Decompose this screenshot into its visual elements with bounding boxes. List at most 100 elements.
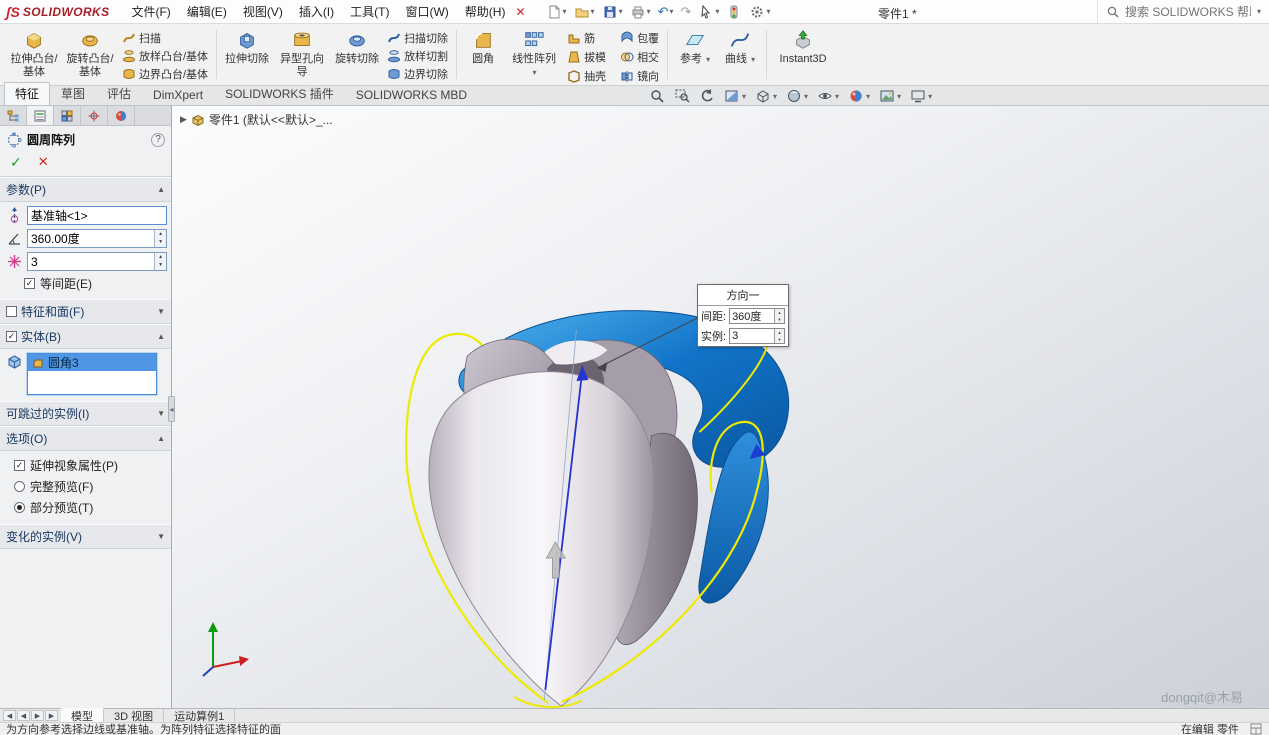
tab-solidworks-addins[interactable]: SOLIDWORKS 插件 xyxy=(214,82,345,105)
tab-evaluate[interactable]: 评估 xyxy=(96,82,142,105)
propagate-visual-properties-checkbox[interactable]: ✓ xyxy=(14,460,25,471)
tab-features[interactable]: 特征 xyxy=(4,82,50,105)
spin-up-icon[interactable]: ▲ xyxy=(155,253,166,262)
open-document-button[interactable]: ▾ xyxy=(572,3,597,21)
callout-spacing-spinner[interactable]: ▲▼ xyxy=(774,309,784,323)
bodies-list-item[interactable]: 圆角3 xyxy=(28,354,156,371)
display-style-button[interactable]: ▾ xyxy=(785,88,809,104)
section-parameters[interactable]: 参数(P) ▲ xyxy=(0,177,171,202)
help-icon[interactable]: ? xyxy=(151,133,165,147)
swept-boss-button[interactable]: 扫描 xyxy=(119,29,211,47)
apply-scene-button[interactable]: ▾ xyxy=(878,88,902,104)
curves-button[interactable]: 曲线 ▾ xyxy=(719,26,761,83)
bodies-checkbox[interactable]: ✓ xyxy=(6,331,17,342)
flyout-feature-tree[interactable]: ▶ 零件1 (默认<<默认>_... xyxy=(180,111,333,128)
angle-spinner[interactable]: ▲▼ xyxy=(154,230,166,247)
callout-instance-spinner[interactable]: ▲▼ xyxy=(774,329,784,343)
revolve-boss-button[interactable]: 旋转凸台/基体 xyxy=(63,26,117,83)
wrap-button[interactable]: 包覆 xyxy=(617,29,662,47)
undo-button[interactable]: ↶▾ xyxy=(656,3,676,21)
hole-wizard-button[interactable]: 异型孔向导 xyxy=(274,26,330,83)
tab-displaymanager[interactable] xyxy=(108,106,135,125)
shell-button[interactable]: 抽壳 xyxy=(564,67,609,85)
edit-appearance-button[interactable]: ▾ xyxy=(847,88,871,104)
menu-file[interactable]: 文件(F) xyxy=(123,0,178,23)
pattern-angle-field[interactable] xyxy=(28,230,154,247)
tab-nav-last-button[interactable]: ▶ xyxy=(45,710,58,721)
tab-nav-first-button[interactable]: ◀ xyxy=(3,710,16,721)
mirror-button[interactable]: 镜向 xyxy=(617,67,662,85)
tab-motion-study[interactable]: 运动算例1 xyxy=(164,709,235,722)
menu-insert[interactable]: 插入(I) xyxy=(291,0,342,23)
menu-edit[interactable]: 编辑(E) xyxy=(179,0,235,23)
draft-button[interactable]: 拔模 xyxy=(564,48,609,66)
tab-nav-prev-button[interactable]: ◀ xyxy=(17,710,30,721)
tab-configurationmanager[interactable] xyxy=(54,106,81,125)
instance-count-field[interactable] xyxy=(28,253,154,270)
spin-up-icon[interactable]: ▲ xyxy=(155,230,166,239)
section-instances-to-skip[interactable]: 可跳过的实例(I) ▼ xyxy=(0,401,171,426)
loft-boss-button[interactable]: 放样凸台/基体 xyxy=(119,47,211,65)
tab-propertymanager[interactable] xyxy=(27,106,54,125)
section-varying-instances[interactable]: 变化的实例(V) ▼ xyxy=(0,524,171,549)
view-orientation-button[interactable]: ▾ xyxy=(754,88,778,104)
section-features-faces[interactable]: 特征和面(F) ▼ xyxy=(0,299,171,324)
partial-preview-radio[interactable] xyxy=(14,502,25,513)
new-document-button[interactable]: ▾ xyxy=(544,3,569,21)
curves-dropdown-icon[interactable]: ▾ xyxy=(751,55,755,64)
tab-3d-views[interactable]: 3D 视图 xyxy=(104,709,164,722)
linear-pattern-button[interactable]: 线性阵列 ▾ xyxy=(506,26,562,83)
spin-down-icon[interactable]: ▼ xyxy=(155,262,166,271)
model-main-cup[interactable] xyxy=(429,372,654,706)
custom-properties-icon[interactable] xyxy=(1249,722,1263,735)
ok-button[interactable]: ✓ xyxy=(10,154,22,171)
tab-solidworks-mbd[interactable]: SOLIDWORKS MBD xyxy=(345,85,478,105)
section-bodies[interactable]: ✓ 实体(B) ▲ xyxy=(0,324,171,349)
rebuild-button[interactable] xyxy=(724,3,744,21)
intersect-button[interactable]: 相交 xyxy=(617,48,662,66)
menu-help[interactable]: 帮助(H) xyxy=(457,0,514,23)
model-canvas[interactable] xyxy=(172,106,1269,708)
select-button[interactable]: ▾ xyxy=(696,3,721,21)
tab-dimxpert[interactable]: DimXpert xyxy=(142,85,214,105)
extrude-boss-button[interactable]: 拉伸凸台/基体 xyxy=(7,26,61,83)
view-settings-button[interactable]: ▾ xyxy=(909,88,933,104)
menu-tools[interactable]: 工具(T) xyxy=(342,0,397,23)
zoom-fit-button[interactable] xyxy=(648,88,666,104)
bodies-selection-list[interactable]: 圆角3 xyxy=(27,353,157,395)
graphics-viewport[interactable]: ▶ 零件1 (默认<<默认>_... 方向一 间距: 360度 ▲▼ 实例: 3… xyxy=(172,106,1269,708)
hide-show-items-button[interactable]: ▾ xyxy=(816,88,840,104)
cancel-button[interactable]: ✕ xyxy=(38,154,49,171)
previous-view-button[interactable] xyxy=(698,88,716,104)
linear-pattern-dropdown-icon[interactable]: ▾ xyxy=(533,68,537,77)
panel-splitter[interactable]: ◂ xyxy=(168,396,175,422)
revolved-cut-button[interactable]: 旋转切除 xyxy=(332,26,382,83)
search-scope-dropdown-icon[interactable]: ▾ xyxy=(1257,7,1261,16)
menu-window[interactable]: 窗口(W) xyxy=(397,0,456,23)
spin-down-icon[interactable]: ▼ xyxy=(155,239,166,248)
redo-button[interactable]: ↷ xyxy=(679,3,694,21)
callout-spacing-field[interactable]: 360度 ▲▼ xyxy=(729,308,785,324)
menu-view[interactable]: 视图(V) xyxy=(235,0,291,23)
extruded-cut-button[interactable]: 拉伸切除 xyxy=(222,26,272,83)
boundary-boss-button[interactable]: 边界凸台/基体 xyxy=(119,65,211,83)
reference-geometry-button[interactable]: 参考 ▾ xyxy=(673,26,717,83)
tab-sketch[interactable]: 草图 xyxy=(50,82,96,105)
flyout-arrow-icon[interactable]: ▶ xyxy=(180,114,187,125)
reference-dropdown-icon[interactable]: ▾ xyxy=(706,55,710,64)
options-button[interactable]: ▾ xyxy=(747,3,772,21)
tab-nav-next-button[interactable]: ▶ xyxy=(31,710,44,721)
tab-featuremanager-tree[interactable] xyxy=(0,106,27,125)
callout-instance-value[interactable]: 3 xyxy=(730,329,774,343)
tab-model[interactable]: 模型 xyxy=(61,708,104,722)
instant3d-button[interactable]: Instant3D xyxy=(772,26,834,83)
pattern-axis-field[interactable] xyxy=(28,207,166,224)
full-preview-radio[interactable] xyxy=(14,481,25,492)
section-options[interactable]: 选项(O) ▲ xyxy=(0,426,171,451)
search-input[interactable] xyxy=(1125,5,1251,19)
equal-spacing-checkbox[interactable]: ✓ xyxy=(24,278,35,289)
features-faces-checkbox[interactable] xyxy=(6,306,17,317)
count-spinner[interactable]: ▲▼ xyxy=(154,253,166,270)
boundary-cut-button[interactable]: 边界切除 xyxy=(384,65,451,83)
print-button[interactable]: ▾ xyxy=(628,3,653,21)
